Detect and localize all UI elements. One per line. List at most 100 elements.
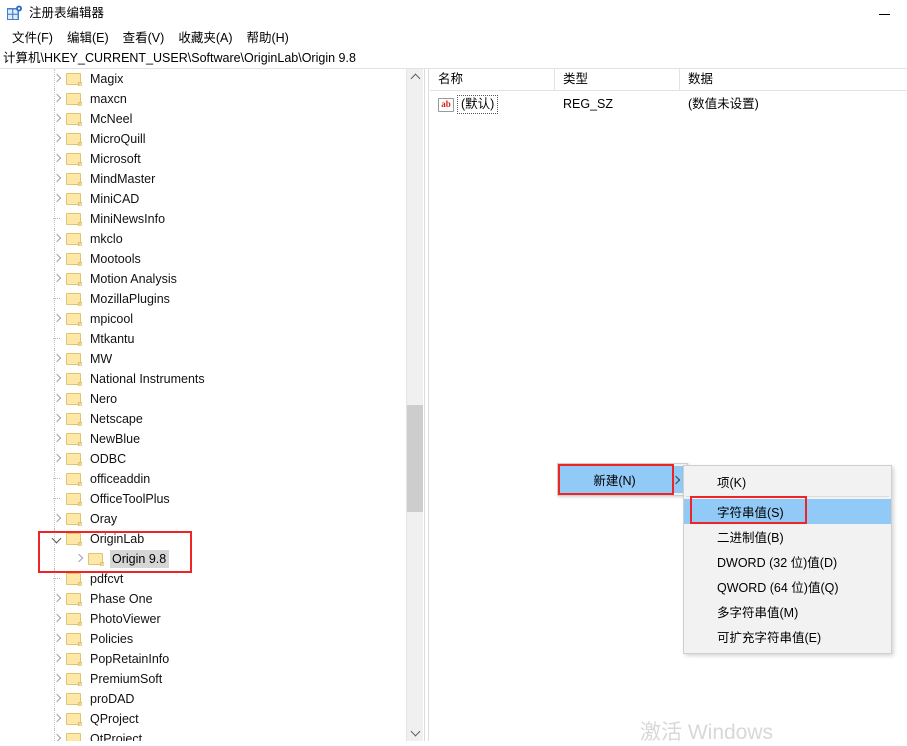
- folder-icon: [66, 632, 82, 646]
- tree-item-policies[interactable]: Policies: [0, 629, 405, 649]
- chevron-right-icon[interactable]: [50, 509, 66, 529]
- tree-item-mozillaplugins[interactable]: MozillaPlugins: [0, 289, 405, 309]
- tree-item-mpicool[interactable]: mpicool: [0, 309, 405, 329]
- context-submenu-item-4[interactable]: QWORD (64 位)值(Q): [684, 574, 891, 599]
- tree-item-photoviewer[interactable]: PhotoViewer: [0, 609, 405, 629]
- chevron-right-icon[interactable]: [50, 709, 66, 729]
- minimize-button[interactable]: [862, 0, 907, 28]
- chevron-right-icon[interactable]: [50, 189, 66, 209]
- tree-item-newblue[interactable]: NewBlue: [0, 429, 405, 449]
- tree-item-minicad[interactable]: MiniCAD: [0, 189, 405, 209]
- tree-indent: [0, 689, 50, 709]
- context-menu-item-new[interactable]: 新建(N): [558, 466, 687, 493]
- chevron-right-icon[interactable]: [50, 669, 66, 689]
- chevron-right-icon[interactable]: [50, 69, 66, 89]
- tree-item-originlab[interactable]: OriginLab: [0, 529, 405, 549]
- tree-item-label: OriginLab: [88, 530, 147, 548]
- tree-item-qproject[interactable]: QProject: [0, 709, 405, 729]
- menu-favorites[interactable]: 收藏夹(A): [171, 29, 239, 48]
- chevron-right-icon[interactable]: [50, 349, 66, 369]
- tree-indent: [0, 129, 50, 149]
- registry-tree[interactable]: MagixmaxcnMcNeelMicroQuillMicrosoftMindM…: [0, 69, 405, 741]
- context-submenu-item-3[interactable]: DWORD (32 位)值(D): [684, 549, 891, 574]
- chevron-right-icon[interactable]: [50, 169, 66, 189]
- chevron-right-icon[interactable]: [50, 369, 66, 389]
- chevron-right-icon[interactable]: [50, 149, 66, 169]
- tree-item-nero[interactable]: Nero: [0, 389, 405, 409]
- tree-indent: [0, 709, 50, 729]
- tree-item-label: Origin 9.8: [110, 550, 169, 568]
- tree-item-origin-9-8[interactable]: Origin 9.8: [0, 549, 405, 569]
- chevron-right-icon[interactable]: [50, 269, 66, 289]
- menu-help[interactable]: 帮助(H): [239, 29, 295, 48]
- scroll-up-arrow-icon[interactable]: [407, 69, 423, 86]
- main-content: MagixmaxcnMcNeelMicroQuillMicrosoftMindM…: [0, 69, 907, 741]
- chevron-right-icon[interactable]: [50, 589, 66, 609]
- chevron-right-icon[interactable]: [50, 309, 66, 329]
- tree-item-prodad[interactable]: proDAD: [0, 689, 405, 709]
- menu-edit[interactable]: 编辑(E): [60, 29, 116, 48]
- tree-item-odbc[interactable]: ODBC: [0, 449, 405, 469]
- value-type-cell: REG_SZ: [563, 95, 613, 114]
- tree-item-officeaddin[interactable]: officeaddin: [0, 469, 405, 489]
- tree-item-mw[interactable]: MW: [0, 349, 405, 369]
- chevron-right-icon[interactable]: [50, 109, 66, 129]
- chevron-right-icon[interactable]: [50, 229, 66, 249]
- context-menu-new[interactable]: 新建(N): [557, 463, 688, 496]
- chevron-right-icon[interactable]: [50, 689, 66, 709]
- scrollbar-thumb[interactable]: [407, 405, 423, 512]
- chevron-right-icon[interactable]: [50, 129, 66, 149]
- chevron-right-icon[interactable]: [50, 629, 66, 649]
- menu-view[interactable]: 查看(V): [116, 29, 172, 48]
- chevron-right-icon[interactable]: [50, 609, 66, 629]
- value-name-cell[interactable]: ab (默认): [430, 95, 498, 114]
- column-header-type[interactable]: 类型: [555, 69, 680, 90]
- tree-item-magix[interactable]: Magix: [0, 69, 405, 89]
- context-submenu-item-6[interactable]: 可扩充字符串值(E): [684, 624, 891, 649]
- tree-item-microsoft[interactable]: Microsoft: [0, 149, 405, 169]
- chevron-right-icon[interactable]: [50, 429, 66, 449]
- context-submenu-item-5[interactable]: 多字符串值(M): [684, 599, 891, 624]
- chevron-right-icon[interactable]: [50, 249, 66, 269]
- tree-item-mkclo[interactable]: mkclo: [0, 229, 405, 249]
- chevron-down-icon[interactable]: [50, 529, 66, 549]
- tree-item-mootools[interactable]: Mootools: [0, 249, 405, 269]
- tree-item-mindmaster[interactable]: MindMaster: [0, 169, 405, 189]
- tree-item-mtkantu[interactable]: Mtkantu: [0, 329, 405, 349]
- chevron-right-icon[interactable]: [50, 649, 66, 669]
- tree-item-maxcn[interactable]: maxcn: [0, 89, 405, 109]
- chevron-right-icon[interactable]: [50, 389, 66, 409]
- tree-indent: [0, 249, 50, 269]
- context-submenu-item-1[interactable]: 字符串值(S): [684, 499, 891, 524]
- tree-item-qtproject[interactable]: QtProject: [0, 729, 405, 741]
- tree-item-pdfcvt[interactable]: pdfcvt: [0, 569, 405, 589]
- tree-scrollbar[interactable]: [406, 69, 423, 741]
- tree-item-officetoolplus[interactable]: OfficeToolPlus: [0, 489, 405, 509]
- context-submenu-item-2[interactable]: 二进制值(B): [684, 524, 891, 549]
- column-header-data[interactable]: 数据: [680, 69, 907, 90]
- tree-leaf-marker-icon: [50, 209, 66, 229]
- tree-item-mininewsinfo[interactable]: MiniNewsInfo: [0, 209, 405, 229]
- chevron-right-icon[interactable]: [50, 89, 66, 109]
- tree-item-popretaininfo[interactable]: PopRetainInfo: [0, 649, 405, 669]
- tree-item-premiumsoft[interactable]: PremiumSoft: [0, 669, 405, 689]
- chevron-right-icon[interactable]: [50, 449, 66, 469]
- table-row[interactable]: ab (默认) REG_SZ (数值未设置): [430, 95, 907, 114]
- scroll-down-arrow-icon[interactable]: [407, 724, 423, 741]
- tree-item-mcneel[interactable]: McNeel: [0, 109, 405, 129]
- context-submenu-item-0[interactable]: 项(K): [684, 469, 891, 494]
- chevron-right-icon[interactable]: [72, 549, 88, 569]
- tree-item-netscape[interactable]: Netscape: [0, 409, 405, 429]
- folder-icon: [66, 312, 82, 326]
- tree-item-microquill[interactable]: MicroQuill: [0, 129, 405, 149]
- tree-item-national-instruments[interactable]: National Instruments: [0, 369, 405, 389]
- address-bar[interactable]: 计算机\HKEY_CURRENT_USER\Software\OriginLab…: [0, 49, 907, 69]
- tree-item-oray[interactable]: Oray: [0, 509, 405, 529]
- tree-item-motion-analysis[interactable]: Motion Analysis: [0, 269, 405, 289]
- column-header-name[interactable]: 名称: [430, 69, 555, 90]
- chevron-right-icon[interactable]: [50, 729, 66, 741]
- context-submenu-new-types[interactable]: 项(K) 字符串值(S)二进制值(B)DWORD (32 位)值(D)QWORD …: [683, 465, 892, 654]
- chevron-right-icon[interactable]: [50, 409, 66, 429]
- tree-item-phase-one[interactable]: Phase One: [0, 589, 405, 609]
- menu-file[interactable]: 文件(F): [5, 29, 60, 48]
